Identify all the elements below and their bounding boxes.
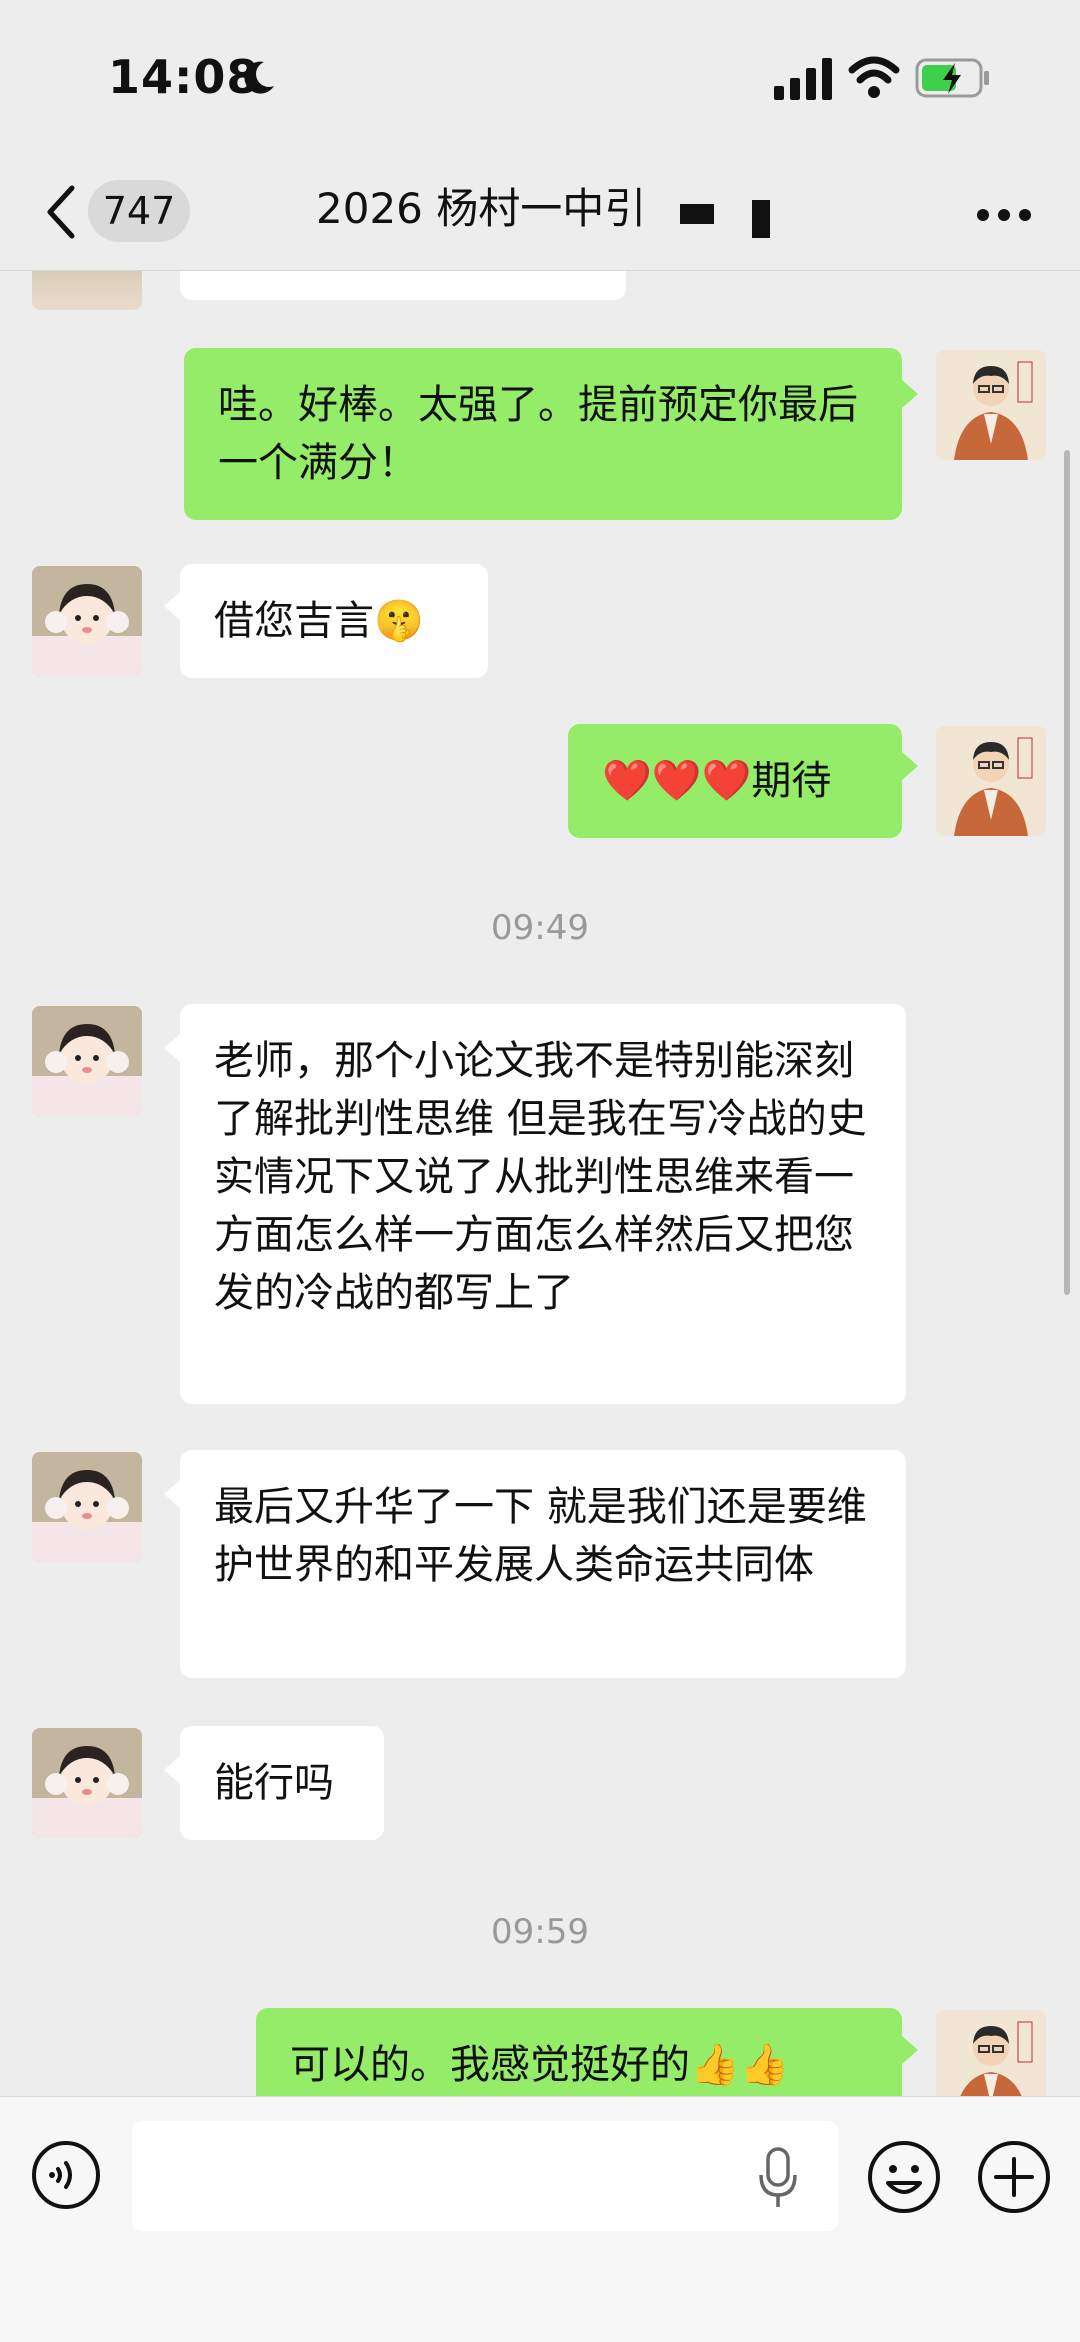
message-text: ❤️❤️❤️期待: [602, 758, 832, 804]
contact-avatar[interactable]: [32, 1452, 142, 1562]
message-bubble-received[interactable]: 最后又升华了一下 就是我们还是要维护世界的和平发展人类命运共同体: [180, 1450, 906, 1678]
more-options-icon[interactable]: [976, 208, 1032, 222]
message-text: 可以的。我感觉挺好的👍👍: [290, 2042, 790, 2088]
bubble-tail: [164, 1480, 180, 1508]
contact-avatar[interactable]: [32, 1728, 142, 1838]
unread-count-badge[interactable]: 747: [88, 180, 190, 242]
message-text: 能行吗: [214, 1760, 334, 1806]
redaction-mark: [680, 204, 714, 224]
chat-title: 2026 杨村一中引: [316, 184, 647, 233]
message-input[interactable]: [132, 2121, 838, 2231]
bubble-tail: [164, 1756, 180, 1784]
self-avatar[interactable]: [936, 726, 1046, 836]
message-bubble-sent[interactable]: ❤️❤️❤️期待: [568, 724, 902, 838]
redaction-mark: [752, 200, 770, 238]
status-bar: 14:08: [0, 0, 1080, 160]
girl-avatar-icon: [32, 1728, 142, 1838]
bubble-tail: [164, 1034, 180, 1062]
contact-avatar[interactable]: [32, 1006, 142, 1116]
message-text: 借您吉言🤫: [214, 598, 424, 644]
timestamp: 09:49: [491, 908, 589, 948]
message-text: 哇。好棒。太强了。提前预定你最后一个满分！: [218, 382, 858, 486]
bubble-tail: [164, 592, 180, 620]
contact-avatar[interactable]: [32, 566, 142, 676]
chat-header: 747 2026 杨村一中引: [0, 160, 1080, 271]
message-bubble-received[interactable]: 老师，那个小论文我不是特别能深刻了解批判性思维 但是我在写冷战的史实情况下又说了…: [180, 1004, 906, 1404]
girl-avatar-icon: [32, 1452, 142, 1562]
self-avatar[interactable]: [936, 2010, 1046, 2096]
teacher-avatar-icon: [936, 726, 1046, 836]
teacher-avatar-icon: [936, 2010, 1046, 2096]
girl-avatar-icon: [32, 566, 142, 676]
wifi-icon: [848, 56, 900, 98]
message-bubble-partial[interactable]: [180, 270, 626, 300]
moon-icon: [244, 61, 274, 94]
bubble-tail: [902, 380, 918, 408]
timestamp: 09:59: [491, 1912, 589, 1952]
voice-input-icon[interactable]: [30, 2139, 102, 2211]
scrollbar[interactable]: [1064, 450, 1070, 1295]
microphone-icon[interactable]: [758, 2147, 798, 2209]
message-text: 老师，那个小论文我不是特别能深刻了解批判性思维 但是我在写冷战的史实情况下又说了…: [214, 1038, 867, 1316]
battery-charging-icon: [915, 58, 989, 98]
input-toolbar: [0, 2096, 1080, 2342]
message-bubble-sent[interactable]: 哇。好棒。太强了。提前预定你最后一个满分！: [184, 348, 902, 520]
bubble-tail: [902, 752, 918, 780]
message-list[interactable]: 哇。好棒。太强了。提前预定你最后一个满分！ 借您吉言🤫 ❤️❤️❤️期待 09:…: [0, 270, 1080, 2096]
self-avatar[interactable]: [936, 350, 1046, 460]
signal-icon: [774, 58, 832, 100]
plus-icon[interactable]: [976, 2139, 1052, 2215]
bubble-tail: [902, 2036, 918, 2064]
emoji-icon[interactable]: [866, 2139, 942, 2215]
back-arrow-icon[interactable]: [42, 182, 78, 242]
contact-avatar[interactable]: [32, 270, 142, 310]
teacher-avatar-icon: [936, 350, 1046, 460]
message-text: 最后又升华了一下 就是我们还是要维护世界的和平发展人类命运共同体: [214, 1484, 867, 1588]
message-bubble-sent[interactable]: 可以的。我感觉挺好的👍👍: [256, 2008, 902, 2096]
status-time: 14:08: [108, 50, 260, 104]
message-bubble-received[interactable]: 借您吉言🤫: [180, 564, 488, 678]
message-bubble-received[interactable]: 能行吗: [180, 1726, 384, 1840]
girl-avatar-icon: [32, 1006, 142, 1116]
